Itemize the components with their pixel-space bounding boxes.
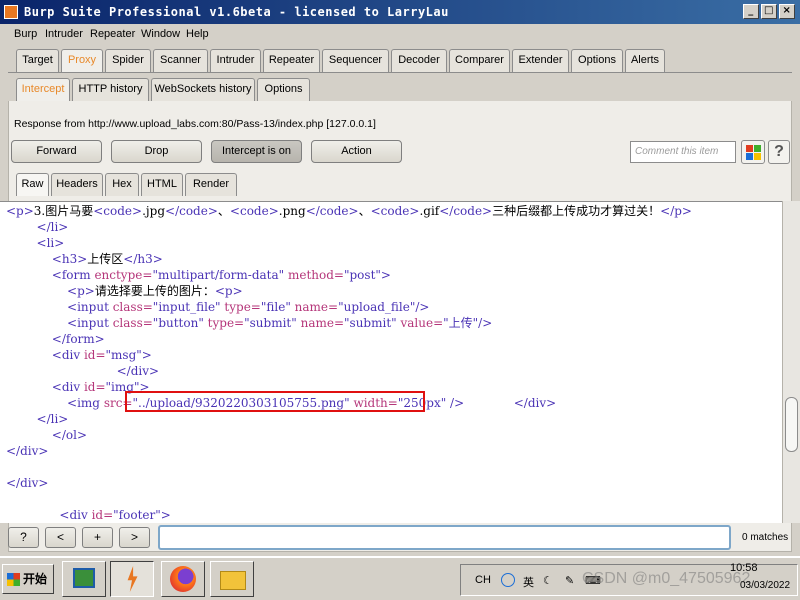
help-button[interactable]: ? <box>768 140 790 164</box>
start-label: 开始 <box>23 572 48 586</box>
code-line: </div> <box>116 364 160 378</box>
taskbar-explorer-icon[interactable] <box>62 561 106 597</box>
code-line: </li> <box>36 220 69 234</box>
menu-intruder[interactable]: Intruder <box>45 28 83 40</box>
drop-button[interactable]: Drop <box>111 140 202 163</box>
match-count: 0 matches <box>742 532 789 543</box>
tab-decoder[interactable]: Decoder <box>391 49 447 72</box>
tab-proxy-options[interactable]: Options <box>257 78 310 101</box>
tab-target[interactable]: Target <box>16 49 59 72</box>
burp-app-icon <box>4 5 18 19</box>
response-info: Response from http://www.upload_labs.com… <box>14 118 376 130</box>
window-title: Burp Suite Professional v1.6beta - licen… <box>24 5 449 19</box>
tab-http-history[interactable]: HTTP history <box>72 78 149 101</box>
code-line: </ol> <box>51 428 87 442</box>
date: 03/03/2022 <box>740 580 791 591</box>
ime-icon[interactable]: 英 <box>523 574 534 590</box>
code-line: <div id="footer"> <box>59 508 171 522</box>
code-line: <li> <box>36 236 65 250</box>
tab-websockets-history[interactable]: WebSockets history <box>151 78 255 101</box>
search-prev-button[interactable]: < <box>45 527 76 548</box>
code-line: <h3>上传区</h3> <box>51 252 163 266</box>
tab-alerts[interactable]: Alerts <box>625 49 665 72</box>
title-bar: Burp Suite Professional v1.6beta - licen… <box>0 0 800 24</box>
code-line: <input class="input_file" type="file" na… <box>67 300 430 314</box>
action-button[interactable]: Action <box>311 140 402 163</box>
input-method-indicator[interactable]: CH <box>475 574 491 586</box>
forward-button[interactable]: Forward <box>11 140 102 163</box>
code-line: <form enctype="multipart/form-data" meth… <box>51 268 391 282</box>
tab-render[interactable]: Render <box>185 173 237 196</box>
code-line: <div id="msg"> <box>51 348 152 362</box>
menu-help[interactable]: Help <box>186 28 209 40</box>
clock: 10:58 <box>730 562 758 574</box>
search-help-button[interactable]: ? <box>8 527 39 548</box>
tab-proxy[interactable]: Proxy <box>61 49 103 72</box>
menu-burp[interactable]: Burp <box>14 28 37 40</box>
highlight-box <box>125 391 425 412</box>
windows-flag-icon <box>7 573 20 586</box>
taskbar-firefox-icon[interactable] <box>161 561 205 597</box>
tab-html[interactable]: HTML <box>141 173 183 196</box>
menu-repeater[interactable]: Repeater <box>90 28 135 40</box>
csdn-watermark: CSDN @m0_47505962 <box>582 570 751 587</box>
tab-intercept[interactable]: Intercept <box>16 78 70 101</box>
moon-icon[interactable]: ☾ <box>543 574 553 587</box>
tab-headers[interactable]: Headers <box>51 173 103 196</box>
intercept-toggle-button[interactable]: Intercept is on <box>211 140 302 163</box>
tab-scanner[interactable]: Scanner <box>153 49 208 72</box>
tab-sequencer[interactable]: Sequencer <box>322 49 389 72</box>
code-line: <input class="button" type="submit" name… <box>67 316 493 330</box>
color-yellow-icon <box>754 153 761 160</box>
taskbar-folder-icon[interactable] <box>210 561 254 597</box>
tab-repeater[interactable]: Repeater <box>263 49 320 72</box>
tab-options[interactable]: Options <box>571 49 623 72</box>
menu-bar: Burp Intruder Repeater Window Help <box>0 24 800 44</box>
vertical-scrollbar[interactable] <box>782 201 800 523</box>
search-input[interactable] <box>158 525 731 550</box>
color-blue-icon <box>746 153 753 160</box>
tab-raw[interactable]: Raw <box>16 173 49 196</box>
highlight-color-button[interactable] <box>741 140 765 164</box>
tab-divider <box>8 72 792 73</box>
search-add-button[interactable]: + <box>82 527 113 548</box>
tab-hex[interactable]: Hex <box>105 173 139 196</box>
color-red-icon <box>746 145 753 152</box>
maximize-button[interactable]: □ <box>761 4 777 19</box>
code-line: </form> <box>51 332 105 346</box>
taskbar-burp-icon[interactable] <box>110 561 154 597</box>
code-line: </li> <box>36 412 69 426</box>
minimize-button[interactable]: _ <box>743 4 759 19</box>
language-icon[interactable] <box>501 573 515 587</box>
close-button[interactable]: × <box>779 4 795 19</box>
code-line: </div> <box>6 476 49 490</box>
code-line: <p>请选择要上传的图片：<p> <box>67 284 243 298</box>
code-line: <p>3.图片马要<code>.jpg</code>、<code>.png</c… <box>6 204 692 218</box>
scrollbar-thumb[interactable] <box>785 397 798 452</box>
pen-icon[interactable]: ✎ <box>565 574 574 587</box>
tab-spider[interactable]: Spider <box>105 49 151 72</box>
code-line: </div> <box>6 444 49 458</box>
comment-input[interactable]: Comment this item <box>630 141 736 163</box>
tab-extender[interactable]: Extender <box>512 49 569 72</box>
color-green-icon <box>754 145 761 152</box>
tab-comparer[interactable]: Comparer <box>449 49 510 72</box>
response-editor[interactable]: <p>3.图片马要<code>.jpg</code>、<code>.png</c… <box>0 201 782 523</box>
search-next-button[interactable]: > <box>119 527 150 548</box>
menu-window[interactable]: Window <box>141 28 180 40</box>
tab-intruder[interactable]: Intruder <box>210 49 261 72</box>
start-button[interactable]: 开始 <box>2 564 54 594</box>
